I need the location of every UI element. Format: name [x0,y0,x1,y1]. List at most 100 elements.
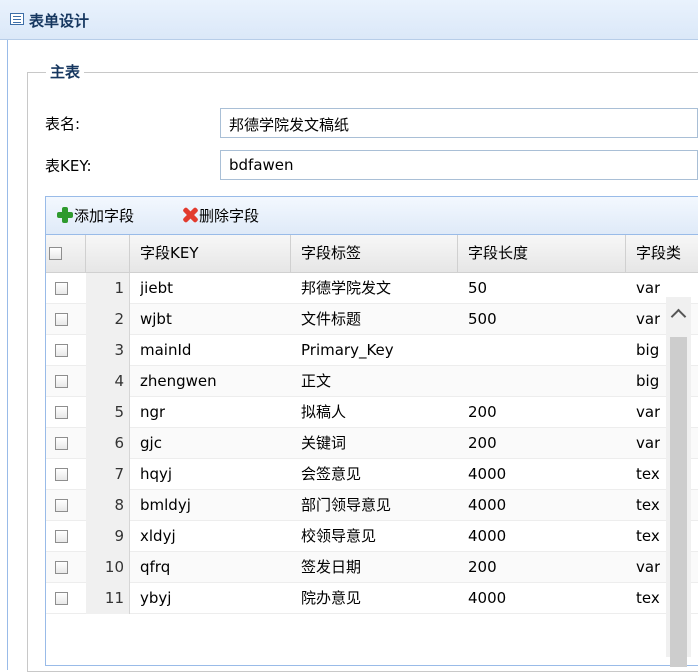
field-length-cell[interactable]: 500 [468,304,497,334]
field-length-cell[interactable]: 200 [468,397,497,427]
field-label-cell[interactable]: 部门领导意见 [301,490,391,520]
vertical-scrollbar[interactable] [666,297,691,667]
field-type-cell[interactable]: big [636,366,659,396]
field-type-cell[interactable]: var [636,304,660,334]
scroll-thumb[interactable] [670,337,687,667]
row-checkbox[interactable] [55,375,68,388]
table-name-input[interactable]: 邦德学院发文稿纸 [220,108,698,138]
table-row[interactable]: 11 ybyj 院办意见 4000 tex [46,583,698,614]
field-label-cell[interactable]: 签发日期 [301,552,361,582]
field-key-cell[interactable]: hqyj [140,459,172,489]
field-label-cell[interactable]: 关键词 [301,428,346,458]
field-key-cell[interactable]: mainId [140,335,191,365]
add-field-label: 添加字段 [74,207,135,225]
field-label-cell[interactable]: 院办意见 [301,583,361,613]
field-type-cell[interactable]: tex [636,521,660,551]
field-key-cell[interactable]: qfrq [140,552,170,582]
row-checkbox[interactable] [55,406,68,419]
row-checkbox[interactable] [55,592,68,605]
row-checkbox[interactable] [55,313,68,326]
table-row[interactable]: 4 zhengwen 正文 big [46,366,698,397]
field-key-cell[interactable]: zhengwen [140,366,217,396]
row-number: 1 [86,273,130,304]
field-length-cell[interactable]: 4000 [468,490,506,520]
scroll-up-icon[interactable] [666,297,691,333]
row-checkbox[interactable] [55,561,68,574]
field-key-cell[interactable]: ybyj [140,583,171,613]
field-key-cell[interactable]: wjbt [140,304,172,334]
fields-grid: 添加字段 删除字段 字段KEY 字段标签 字段长度 字段类 1 jiebt 邦德学院… [45,196,698,666]
delete-field-label: 删除字段 [199,207,260,225]
field-key-cell[interactable]: xldyj [140,521,176,551]
column-header-length[interactable]: 字段长度 [458,235,626,272]
field-type-cell[interactable]: var [636,552,660,582]
table-row[interactable]: 9 xldyj 校领导意见 4000 tex [46,521,698,552]
table-row[interactable]: 3 mainId Primary_Key big [46,335,698,366]
table-row[interactable]: 5 ngr 拟稿人 200 var [46,397,698,428]
row-checkbox[interactable] [55,282,68,295]
field-label-cell[interactable]: 正文 [301,366,331,396]
fieldset-legend: 主表 [46,61,85,82]
row-number: 6 [86,428,130,459]
field-label-cell[interactable]: 会签意见 [301,459,361,489]
title-bar: 表单设计 [0,0,698,40]
field-label-cell[interactable]: 拟稿人 [301,397,346,427]
field-label-cell[interactable]: 文件标题 [301,304,361,334]
add-icon [56,206,74,224]
row-number: 4 [86,366,130,397]
field-key-cell[interactable]: bmldyj [140,490,191,520]
row-number: 3 [86,335,130,366]
delete-icon [181,206,199,224]
field-type-cell[interactable]: tex [636,490,660,520]
column-header-type[interactable]: 字段类 [626,235,698,272]
select-all-checkbox[interactable] [49,247,62,260]
row-checkbox[interactable] [55,468,68,481]
window-title: 表单设计 [29,12,90,30]
field-type-cell[interactable]: var [636,397,660,427]
grid-header: 字段KEY 字段标签 字段长度 字段类 [46,235,698,273]
field-label-cell[interactable]: Primary_Key [301,335,394,365]
field-length-cell[interactable]: 4000 [468,521,506,551]
field-key-cell[interactable]: ngr [140,397,165,427]
table-name-label: 表名: [45,115,81,133]
row-number: 2 [86,304,130,335]
form-list-icon [10,13,24,25]
row-number: 10 [86,552,130,583]
field-length-cell[interactable]: 200 [468,552,497,582]
field-length-cell[interactable]: 200 [468,428,497,458]
grid-toolbar: 添加字段 删除字段 [46,197,698,235]
field-label-cell[interactable]: 邦德学院发文 [301,273,391,303]
field-type-cell[interactable]: var [636,428,660,458]
table-key-label: 表KEY: [45,157,92,175]
row-checkbox[interactable] [55,499,68,512]
row-checkbox[interactable] [55,437,68,450]
row-number-header [86,235,130,272]
field-length-cell[interactable]: 50 [468,273,487,303]
field-label-cell[interactable]: 校领导意见 [301,521,376,551]
table-row[interactable]: 6 gjc 关键词 200 var [46,428,698,459]
row-checkbox[interactable] [55,530,68,543]
row-number: 9 [86,521,130,552]
table-row[interactable]: 2 wjbt 文件标题 500 var [46,304,698,335]
field-key-cell[interactable]: gjc [140,428,162,458]
table-key-input[interactable]: bdfawen [220,150,698,180]
table-row[interactable]: 10 qfrq 签发日期 200 var [46,552,698,583]
select-all-header [46,235,86,272]
row-number: 8 [86,490,130,521]
delete-field-button[interactable]: 删除字段 [181,205,259,226]
field-length-cell[interactable]: 4000 [468,459,506,489]
row-checkbox[interactable] [55,344,68,357]
field-type-cell[interactable]: tex [636,583,660,613]
column-header-label[interactable]: 字段标签 [291,235,458,272]
row-number: 7 [86,459,130,490]
table-row[interactable]: 8 bmldyj 部门领导意见 4000 tex [46,490,698,521]
field-type-cell[interactable]: big [636,335,659,365]
field-type-cell[interactable]: tex [636,459,660,489]
table-row[interactable]: 1 jiebt 邦德学院发文 50 var [46,273,698,304]
field-type-cell[interactable]: var [636,273,660,303]
field-key-cell[interactable]: jiebt [140,273,173,303]
field-length-cell[interactable]: 4000 [468,583,506,613]
table-row[interactable]: 7 hqyj 会签意见 4000 tex [46,459,698,490]
add-field-button[interactable]: 添加字段 [56,205,134,226]
column-header-key[interactable]: 字段KEY [130,235,291,272]
